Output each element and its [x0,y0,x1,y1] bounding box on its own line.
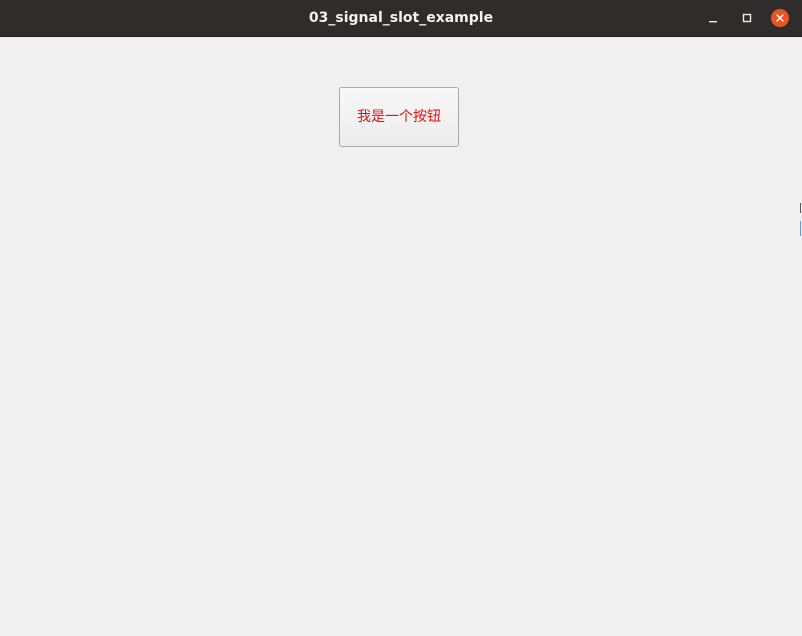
window-title: 03_signal_slot_example [308,10,494,26]
app-window: 03_signal_slot_example 我是一个按钮 [0,0,802,636]
main-content: 我是一个按钮 [0,37,802,636]
close-icon[interactable] [771,9,789,27]
maximize-icon[interactable] [738,9,756,27]
red-text-button[interactable]: 我是一个按钮 [339,87,459,147]
title-bar[interactable]: 03_signal_slot_example [0,0,802,37]
minimize-icon[interactable] [704,9,722,27]
